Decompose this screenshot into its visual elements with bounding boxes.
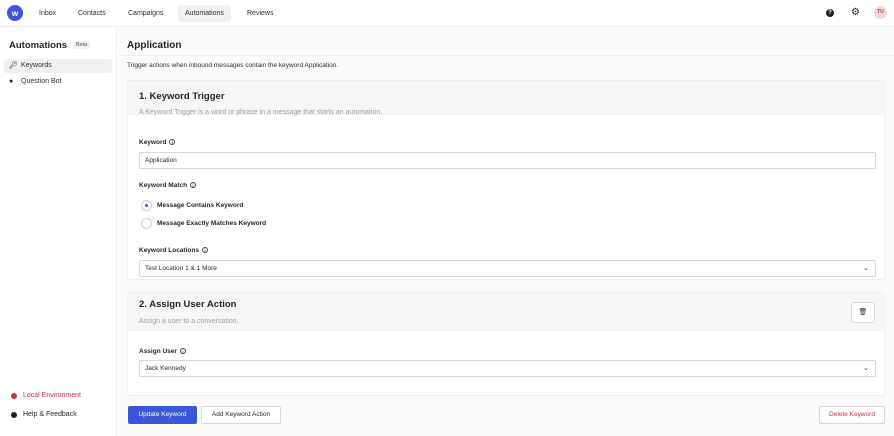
help-circle-icon[interactable]: ?	[826, 9, 834, 17]
radio-contains-keyword[interactable]: Message Contains Keyword	[139, 200, 243, 211]
sidebar-item-label: Question Bot	[21, 78, 62, 85]
page-title: Application	[127, 40, 182, 51]
assign-user-card: 2. Assign User Action Assign a user to a…	[127, 292, 885, 396]
help-circle-icon	[11, 412, 17, 418]
help-feedback-link[interactable]: Help & Feedback	[11, 410, 77, 420]
keyword-label: Keyword i	[139, 139, 176, 146]
beta-badge: Beta	[73, 41, 91, 49]
info-icon[interactable]: i	[179, 348, 186, 354]
keyword-trigger-title: 1. Keyword Trigger	[139, 91, 225, 102]
info-icon[interactable]: i	[201, 247, 208, 253]
environment-label: Local Environment	[23, 392, 81, 399]
radio-button[interactable]	[141, 218, 152, 229]
page-description: Trigger actions when inbound messages co…	[127, 62, 339, 69]
gear-icon[interactable]: ⚙	[851, 7, 860, 19]
help-feedback-label: Help & Feedback	[23, 411, 77, 418]
radio-button-selected[interactable]	[141, 200, 152, 211]
local-environment-indicator: Local Environment	[11, 391, 81, 401]
chevron-down-icon: ⌄	[863, 265, 869, 272]
info-icon[interactable]: i	[190, 182, 197, 188]
key-icon: 🔑︎	[9, 62, 18, 69]
assign-user-subtitle: Assign a user to a conversation.	[139, 318, 239, 325]
question-circle-icon: ●	[9, 78, 14, 85]
nav-campaigns[interactable]: Campaigns	[121, 5, 170, 22]
radio-exact-match[interactable]: Message Exactly Matches Keyword	[139, 218, 266, 229]
nav-automations[interactable]: Automations	[178, 5, 231, 22]
chevron-down-icon: ⌄	[863, 365, 869, 372]
avatar[interactable]: TU	[874, 6, 887, 19]
nav-inbox[interactable]: Inbox	[32, 5, 63, 22]
sidebar-item-label: Keywords	[21, 62, 52, 69]
main-content: Application Trigger actions when inbound…	[118, 28, 894, 436]
header-divider	[118, 55, 894, 56]
keyword-locations-select[interactable]: Test Location 1 & 1 More ⌄	[139, 260, 876, 277]
keyword-match-label: Keyword Match i	[139, 182, 197, 189]
keyword-input[interactable]: Application	[139, 152, 876, 169]
trash-icon: 🗑︎	[858, 309, 868, 316]
nav-contacts[interactable]: Contacts	[71, 5, 113, 22]
info-icon[interactable]: i	[169, 139, 176, 145]
card-header	[128, 293, 884, 331]
sidebar-item-keywords[interactable]: 🔑︎ Keywords	[4, 59, 112, 73]
update-keyword-button[interactable]: Update Keyword	[128, 406, 197, 424]
delete-action-button[interactable]: 🗑︎	[851, 302, 875, 323]
keyword-locations-label: Keyword Locations i	[139, 247, 208, 254]
assign-user-label: Assign User i	[139, 348, 186, 355]
assign-user-title: 2. Assign User Action	[139, 299, 237, 310]
add-keyword-action-button[interactable]: Add Keyword Action	[201, 406, 281, 424]
sidebar-item-question-bot[interactable]: ● Question Bot	[4, 75, 112, 89]
brand-logo-icon[interactable]: w	[7, 5, 23, 21]
nav-reviews[interactable]: Reviews	[240, 5, 280, 22]
top-navigation-bar: w Inbox Contacts Campaigns Automations R…	[0, 0, 894, 27]
sidebar: Automations Beta 🔑︎ Keywords ● Question …	[0, 28, 117, 436]
assign-user-select[interactable]: Jack Kennedy ⌄	[139, 360, 876, 377]
sidebar-title: Automations	[9, 40, 68, 51]
keyword-trigger-card: 1. Keyword Trigger A Keyword Trigger is …	[127, 80, 885, 280]
delete-keyword-button[interactable]: Delete Keyword	[819, 406, 885, 424]
keyword-trigger-subtitle: A Keyword Trigger is a word or phrase in…	[139, 109, 383, 116]
environment-dot-icon	[11, 393, 17, 399]
